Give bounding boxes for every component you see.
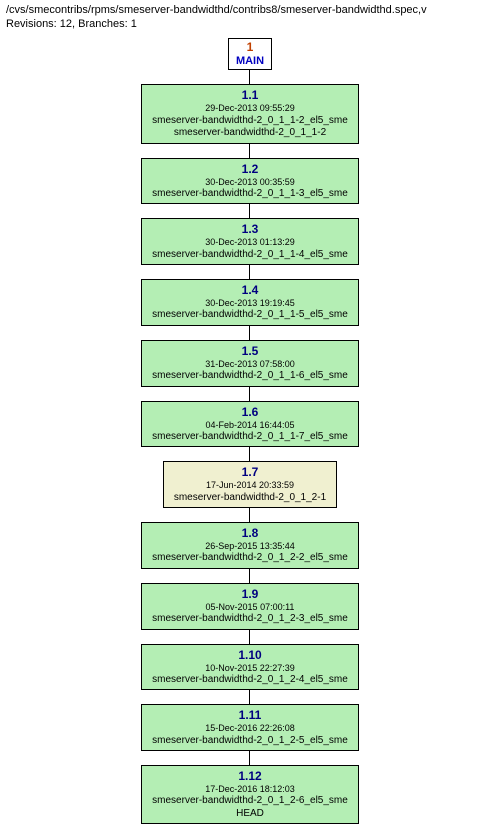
revision-tag: smeserver-bandwidthd-2_0_1_2-4_el5_sme: [152, 674, 348, 687]
revision-node[interactable]: 1.230-Dec-2013 00:35:59smeserver-bandwid…: [141, 158, 359, 205]
revision-tag: smeserver-bandwidthd-2_0_1_1-2: [152, 127, 348, 140]
tree-connector: [249, 630, 250, 644]
tree-connector: [249, 144, 250, 158]
revision-version: 1.7: [174, 465, 326, 480]
revision-date: 05-Nov-2015 07:00:11: [152, 602, 348, 613]
revision-tree: 1 MAIN 1.129-Dec-2013 09:55:29smeserver-…: [0, 32, 500, 836]
revision-tag: smeserver-bandwidthd-2_0_1_1-7_el5_sme: [152, 431, 348, 444]
revision-date: 10-Nov-2015 22:27:39: [152, 663, 348, 674]
revision-version: 1.12: [152, 769, 348, 784]
tree-connector: [249, 326, 250, 340]
tree-connector: [249, 508, 250, 522]
revision-node[interactable]: 1.826-Sep-2015 13:35:44smeserver-bandwid…: [141, 522, 359, 569]
revision-date: 31-Dec-2013 07:58:00: [152, 359, 348, 370]
revision-date: 17-Dec-2016 18:12:03: [152, 784, 348, 795]
revision-node[interactable]: 1.1010-Nov-2015 22:27:39smeserver-bandwi…: [141, 644, 359, 691]
revision-version: 1.2: [152, 162, 348, 177]
tree-connector: [249, 569, 250, 583]
tree-connector: [249, 690, 250, 704]
branch-number: 1: [233, 41, 267, 55]
revision-node[interactable]: 1.1217-Dec-2016 18:12:03smeserver-bandwi…: [141, 765, 359, 824]
revision-tag: smeserver-bandwidthd-2_0_1_1-5_el5_sme: [152, 309, 348, 322]
tree-connector: [249, 751, 250, 765]
revision-version: 1.11: [152, 708, 348, 723]
revision-version: 1.9: [152, 587, 348, 602]
revision-tag: smeserver-bandwidthd-2_0_1_1-6_el5_sme: [152, 370, 348, 383]
branch-root[interactable]: 1 MAIN: [228, 38, 272, 70]
revision-date: 04-Feb-2014 16:44:05: [152, 420, 348, 431]
revision-tag: smeserver-bandwidthd-2_0_1_2-2_el5_sme: [152, 552, 348, 565]
revision-date: 30-Dec-2013 19:19:45: [152, 298, 348, 309]
revision-version: 1.8: [152, 526, 348, 541]
revision-tag: smeserver-bandwidthd-2_0_1_2-3_el5_sme: [152, 613, 348, 626]
revision-node[interactable]: 1.531-Dec-2013 07:58:00smeserver-bandwid…: [141, 340, 359, 387]
revision-version: 1.5: [152, 344, 348, 359]
revision-tag: smeserver-bandwidthd-2_0_1_2-5_el5_sme: [152, 735, 348, 748]
tree-connector: [249, 204, 250, 218]
tree-connector: [249, 70, 250, 84]
revision-node[interactable]: 1.717-Jun-2014 20:33:59smeserver-bandwid…: [163, 461, 337, 508]
revision-date: 30-Dec-2013 01:13:29: [152, 237, 348, 248]
revision-version: 1.10: [152, 648, 348, 663]
tree-connector: [249, 447, 250, 461]
file-path: /cvs/smecontribs/rpms/smeserver-bandwidt…: [6, 4, 494, 16]
header: /cvs/smecontribs/rpms/smeserver-bandwidt…: [0, 0, 500, 32]
revision-tag: smeserver-bandwidthd-2_0_1_2-6_el5_sme: [152, 795, 348, 808]
revision-node[interactable]: 1.330-Dec-2013 01:13:29smeserver-bandwid…: [141, 218, 359, 265]
revision-tag: smeserver-bandwidthd-2_0_1_1-4_el5_sme: [152, 249, 348, 262]
revision-tag: HEAD: [152, 808, 348, 821]
revision-version: 1.4: [152, 283, 348, 298]
revision-version: 1.1: [152, 88, 348, 103]
revision-node[interactable]: 1.604-Feb-2014 16:44:05smeserver-bandwid…: [141, 401, 359, 448]
revision-node[interactable]: 1.430-Dec-2013 19:19:45smeserver-bandwid…: [141, 279, 359, 326]
revision-tag: smeserver-bandwidthd-2_0_1_1-3_el5_sme: [152, 188, 348, 201]
tree-connector: [249, 387, 250, 401]
page: /cvs/smecontribs/rpms/smeserver-bandwidt…: [0, 0, 500, 836]
revisions-summary: Revisions: 12, Branches: 1: [6, 16, 494, 30]
revision-date: 26-Sep-2015 13:35:44: [152, 541, 348, 552]
revision-date: 30-Dec-2013 00:35:59: [152, 177, 348, 188]
revision-node[interactable]: 1.905-Nov-2015 07:00:11smeserver-bandwid…: [141, 583, 359, 630]
revision-version: 1.3: [152, 222, 348, 237]
branch-name: MAIN: [233, 55, 267, 68]
revision-node[interactable]: 1.1115-Dec-2016 22:26:08smeserver-bandwi…: [141, 704, 359, 751]
revision-date: 15-Dec-2016 22:26:08: [152, 723, 348, 734]
revision-node[interactable]: 1.129-Dec-2013 09:55:29smeserver-bandwid…: [141, 84, 359, 143]
revision-date: 29-Dec-2013 09:55:29: [152, 103, 348, 114]
revision-date: 17-Jun-2014 20:33:59: [174, 480, 326, 491]
revision-version: 1.6: [152, 405, 348, 420]
revision-tag: smeserver-bandwidthd-2_0_1_2-1: [174, 492, 326, 505]
revision-tag: smeserver-bandwidthd-2_0_1_1-2_el5_sme: [152, 115, 348, 128]
tree-connector: [249, 265, 250, 279]
